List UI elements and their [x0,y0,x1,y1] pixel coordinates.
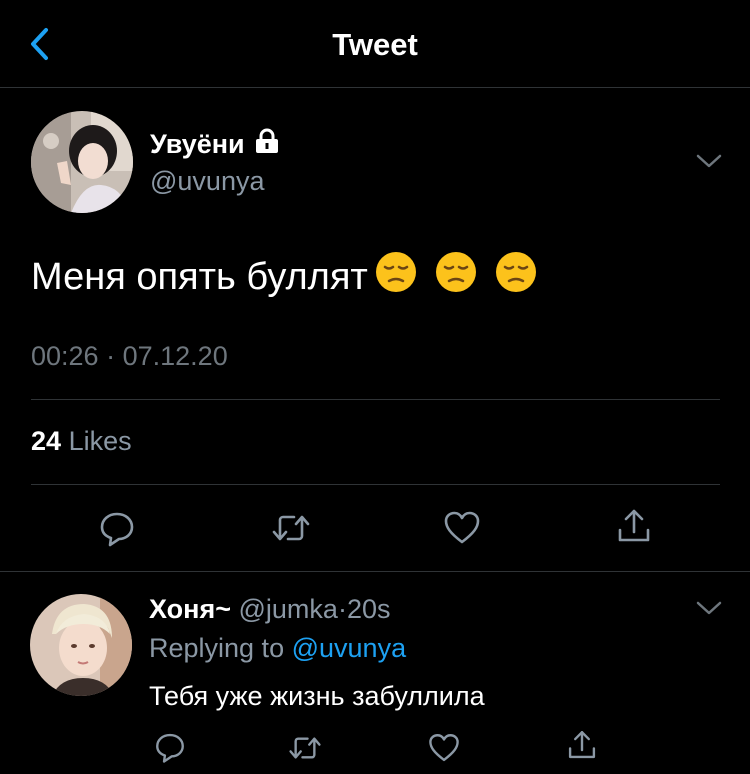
author-handle[interactable]: @uvunya [150,166,264,197]
pensive-emoji [494,250,538,304]
section-divider [0,571,750,572]
author-name-row[interactable]: Увуёни [150,128,281,161]
reply-author-name[interactable]: Хоня~ [149,594,231,624]
replying-label: Replying to [149,633,285,663]
tweet-date: 07.12.20 [122,341,228,371]
tweet-timestamp: 00:26 · 07.12.20 [31,341,228,372]
reply-author-handle[interactable]: @jumka [239,594,338,624]
mention-link[interactable]: @uvunya [292,633,406,663]
like-button[interactable] [442,508,482,553]
retweet-icon [289,737,321,759]
likes-count: 24 [31,426,62,456]
chevron-down-icon [696,601,722,615]
reply-icon [156,733,184,763]
replying-to: Replying to @uvunya [149,633,406,664]
page-title: Tweet [332,27,418,62]
pensive-emoji [434,250,478,304]
divider [31,484,720,485]
like-icon [429,734,459,762]
reply-retweet-button[interactable] [287,731,323,770]
reply-more-options-button[interactable] [694,598,724,618]
share-icon [568,731,596,759]
tweet-text: Меня опять буллят [31,250,538,304]
more-options-button[interactable] [694,151,724,171]
pensive-emoji [374,250,418,304]
reply-share-button[interactable] [565,728,599,767]
timestamp-separator: · [106,341,116,371]
reply-age: 20s [346,594,391,624]
top-bar: Tweet [0,0,750,88]
reply-button[interactable] [97,508,137,553]
retweet-icon [272,515,310,541]
reply-like-button[interactable] [427,731,461,770]
likes-stat[interactable]: 24 Likes [31,426,132,457]
reply-text: Тебя уже жизнь забуллила [149,681,485,711]
author-name: Увуёни [150,129,245,159]
likes-label: Likes [68,426,132,456]
reply-avatar[interactable] [30,594,132,696]
reply-separator: · [337,594,347,624]
share-button[interactable] [614,506,654,551]
tweet-body: Меня опять буллят [31,255,368,298]
avatar[interactable] [31,111,133,213]
like-icon [444,511,480,544]
lock-icon [253,128,281,161]
reply-reply-button[interactable] [153,730,187,769]
chevron-down-icon [696,154,722,168]
divider [31,399,720,400]
reply-icon [100,512,134,547]
reply-header: Хоня~ @jumka·20s [149,594,390,625]
tweet-time: 00:26 [31,341,99,371]
share-icon [618,509,650,542]
retweet-button[interactable] [270,508,312,553]
